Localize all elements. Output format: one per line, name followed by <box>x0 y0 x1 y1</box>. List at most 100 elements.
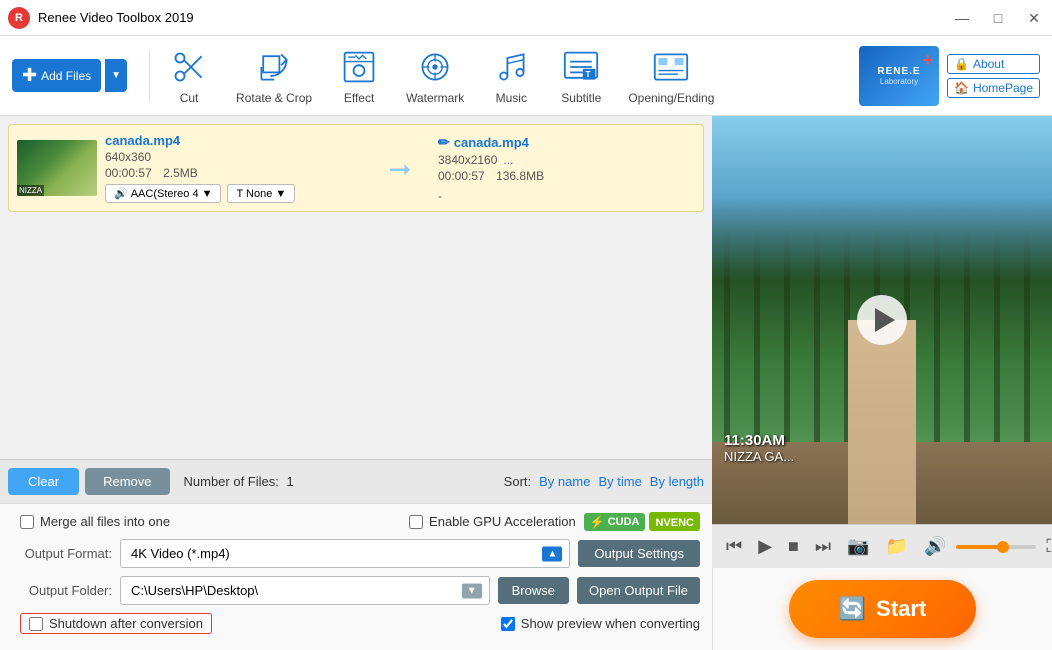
rotate-crop-label: Rotate & Crop <box>236 91 312 105</box>
output-format-select-wrap: 4K Video (*.mp4) ▲ <box>120 539 570 568</box>
merge-label[interactable]: Merge all files into one <box>20 514 170 529</box>
volume-button[interactable]: 🔊 <box>918 534 952 559</box>
start-icon: 🔄 <box>839 596 866 622</box>
skip-forward-button[interactable]: ⏭ <box>809 534 837 559</box>
sort-label: Sort: <box>504 474 531 489</box>
subtitle-ctrl-btn[interactable]: T None ▼ <box>227 184 295 203</box>
music-icon <box>491 47 531 87</box>
output-edit-icon: ✏ <box>438 134 450 151</box>
output-folder-select[interactable]: C:\Users\HP\Desktop\ <box>120 576 490 605</box>
skip-back-button[interactable]: ⏮ <box>720 534 748 559</box>
effect-label: Effect <box>344 91 374 105</box>
toolbar-subtitle[interactable]: T Subtitle <box>546 43 616 109</box>
toolbar-watermark[interactable]: Watermark <box>394 43 476 109</box>
output-folder-row: Output Folder: C:\Users\HP\Desktop\ ▼ Br… <box>12 576 700 605</box>
subtitle-dropdown-arrow: ▼ <box>275 188 286 200</box>
open-output-button[interactable]: Open Output File <box>577 577 700 604</box>
shutdown-preview-row: Shutdown after conversion Show preview w… <box>12 613 700 634</box>
svg-text:T: T <box>586 69 591 78</box>
play-button[interactable]: ▶ <box>752 534 778 559</box>
minimize-button[interactable]: — <box>944 0 980 36</box>
homepage-link[interactable]: 🏠 HomePage <box>947 78 1040 98</box>
output-duration-size: 00:00:57 136.8MB <box>438 169 695 183</box>
gpu-area: Enable GPU Acceleration ⚡ CUDA NVENC <box>409 512 700 531</box>
main-toolbar: ✚ Add Files ▼ Cut Rotate <box>0 36 1052 116</box>
start-button[interactable]: 🔄 Start <box>789 580 977 638</box>
fullscreen-button[interactable]: ⛶ <box>1040 534 1052 559</box>
preview-checkbox[interactable] <box>501 617 515 631</box>
output-format-select[interactable]: 4K Video (*.mp4) <box>120 539 570 568</box>
output-format-row: Output Format: 4K Video (*.mp4) ▲ Output… <box>12 539 700 568</box>
music-label: Music <box>496 91 527 105</box>
shutdown-checkbox[interactable] <box>29 617 43 631</box>
stop-button[interactable]: ■ <box>782 534 805 559</box>
input-resolution: 640x360 <box>105 150 362 164</box>
add-files-group[interactable]: ✚ Add Files ▼ <box>12 59 137 92</box>
output-folder-select-wrap: C:\Users\HP\Desktop\ ▼ <box>120 576 490 605</box>
cuda-badge: ⚡ CUDA <box>584 513 646 531</box>
output-more[interactable]: ... <box>503 153 513 167</box>
output-settings-button[interactable]: Output Settings <box>578 540 700 567</box>
volume-slider[interactable] <box>956 545 1036 549</box>
file-list-area: NIZZA canada.mp4 640x360 00:00:57 2.5MB … <box>0 116 712 459</box>
right-arrow-icon: ⭢ <box>389 152 411 185</box>
gpu-badges: ⚡ CUDA NVENC <box>584 512 700 531</box>
main-area: NIZZA canada.mp4 640x360 00:00:57 2.5MB … <box>0 116 1052 650</box>
toolbar-rotate-crop[interactable]: Rotate & Crop <box>224 43 324 109</box>
brand-name: RENE.E <box>877 66 920 77</box>
preview-label[interactable]: Show preview when converting <box>501 616 700 631</box>
close-button[interactable]: ✕ <box>1016 0 1052 36</box>
brand-logo: + RENE.E Laboratory <box>859 46 939 106</box>
player-controls: ⏮ ▶ ■ ⏭ 📷 📁 🔊 ⛶ <box>712 524 1052 568</box>
nvenc-label: NVENC <box>655 517 694 529</box>
right-panel: 11:30AM NIZZA GA... ⏮ ▶ ■ ⏭ 📷 📁 🔊 ⛶ 🔄 St… <box>712 116 1052 650</box>
clear-button[interactable]: Clear <box>8 468 79 495</box>
camera-button[interactable]: 📷 <box>841 534 875 559</box>
opening-ending-label: Opening/Ending <box>628 91 714 105</box>
audio-ctrl-btn[interactable]: 🔊 AAC(Stereo 4 ▼ <box>105 184 221 203</box>
shutdown-checkbox-border: Shutdown after conversion <box>20 613 212 634</box>
sort-by-length[interactable]: By length <box>650 474 704 489</box>
cuda-icon: ⚡ <box>590 515 605 529</box>
app-logo: R <box>8 7 30 29</box>
sort-by-time[interactable]: By time <box>598 474 641 489</box>
gpu-checkbox-label[interactable]: Enable GPU Acceleration <box>409 514 576 529</box>
file-item: NIZZA canada.mp4 640x360 00:00:57 2.5MB … <box>8 124 704 212</box>
add-files-button[interactable]: ✚ Add Files <box>12 59 101 92</box>
remove-button[interactable]: Remove <box>85 468 169 495</box>
output-resolution: 3840x2160 <box>438 153 497 167</box>
shutdown-label[interactable]: Shutdown after conversion <box>29 616 203 631</box>
subtitle-label: Subtitle <box>561 91 601 105</box>
file-count-display: Number of Files: 1 <box>184 474 294 489</box>
about-link[interactable]: 🔒 About <box>947 54 1040 74</box>
input-file-info: canada.mp4 640x360 00:00:57 2.5MB 🔊 AAC(… <box>105 133 362 203</box>
sort-area: Sort: By name By time By length <box>504 474 704 489</box>
output-filename: canada.mp4 <box>454 135 529 150</box>
folder-button[interactable]: 📁 <box>880 534 914 559</box>
audio-icon: 🔊 <box>114 187 128 200</box>
output-subtitle: - <box>438 189 695 203</box>
merge-gpu-row: Merge all files into one Enable GPU Acce… <box>12 512 700 531</box>
output-format-label: Output Format: <box>12 546 112 561</box>
window-controls: — □ ✕ <box>944 0 1052 36</box>
start-section: 🔄 Start <box>712 568 1052 650</box>
merge-checkbox[interactable] <box>20 515 34 529</box>
toolbar-opening-ending[interactable]: Opening/Ending <box>616 43 726 109</box>
toolbar-cut[interactable]: Cut <box>154 43 224 109</box>
gpu-checkbox[interactable] <box>409 515 423 529</box>
browse-button[interactable]: Browse <box>498 577 569 604</box>
cut-label: Cut <box>180 91 199 105</box>
play-button-overlay[interactable] <box>857 295 907 345</box>
brand-plus-icon: + <box>922 50 933 71</box>
action-toolbar: Clear Remove Number of Files: 1 Sort: By… <box>0 459 712 503</box>
add-files-dropdown-arrow[interactable]: ▼ <box>105 59 127 92</box>
maximize-button[interactable]: □ <box>980 0 1016 36</box>
cuda-label: CUDA <box>608 516 640 528</box>
toolbar-separator-1 <box>149 51 150 101</box>
about-label: About <box>973 57 1004 71</box>
merge-label-text: Merge all files into one <box>40 514 170 529</box>
sort-by-name[interactable]: By name <box>539 474 590 489</box>
toolbar-music[interactable]: Music <box>476 43 546 109</box>
toolbar-effect[interactable]: Effect <box>324 43 394 109</box>
watermark-label: Watermark <box>406 91 464 105</box>
